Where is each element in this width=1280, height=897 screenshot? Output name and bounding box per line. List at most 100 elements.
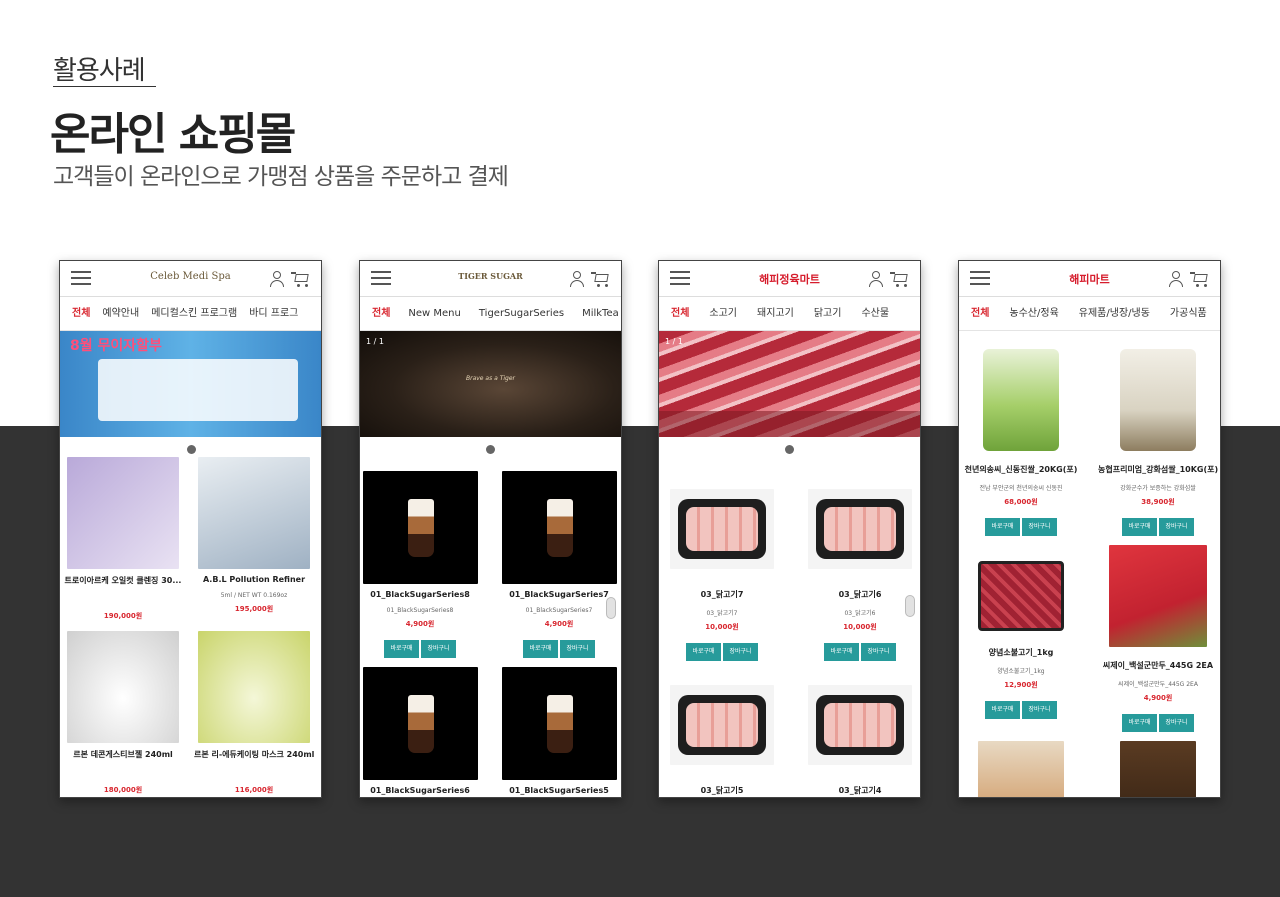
product-card[interactable] [1098,741,1218,797]
buy-now-button[interactable]: 바로구매 [985,518,1020,536]
product-image[interactable] [198,631,310,743]
product-image[interactable] [501,471,617,584]
carousel-dot[interactable] [785,445,794,454]
add-to-cart-button[interactable]: 장바구니 [1022,518,1057,536]
add-to-cart-button[interactable]: 장바구니 [861,643,896,661]
product-card[interactable]: 01_BlackSugarSeries5 [499,667,619,795]
product-image[interactable] [1109,545,1207,647]
add-to-cart-button[interactable]: 장바구니 [1159,714,1194,732]
product-image[interactable] [808,685,912,765]
product-image[interactable] [670,489,774,569]
product-name[interactable]: 르본 데콘게스티브젤 240ml [63,749,183,760]
add-to-cart-button[interactable]: 장바구니 [1159,518,1194,536]
cart-icon[interactable] [291,270,311,288]
product-card[interactable] [961,741,1081,797]
add-to-cart-button[interactable]: 장바구니 [1022,701,1057,719]
product-card[interactable]: A.B.L Pollution Refiner 5ml / NET WT 0.1… [194,457,314,614]
product-card[interactable]: 르본 리-에듀케이팅 마스크 240ml 116,000원 [194,631,314,795]
product-card[interactable]: 양념소불고기_1kg 양념소불고기_1kg 12,900원 바로구매 장바구니 [961,545,1081,719]
product-name[interactable]: 01_BlackSugarSeries5 [499,786,619,795]
buy-now-button[interactable]: 바로구매 [1122,518,1157,536]
promo-banner[interactable]: 1 / 1 Brave as a Tiger [360,331,621,437]
product-image[interactable] [1120,741,1196,797]
product-name[interactable]: 01_BlackSugarSeries7 [499,590,619,599]
product-name[interactable]: 양념소불고기_1kg [961,647,1081,658]
nav-tab[interactable]: 전체 [372,297,390,330]
product-card[interactable]: 01_BlackSugarSeries6 [360,667,480,795]
promo-banner[interactable]: 1 / 1 [659,331,920,437]
product-image[interactable] [362,471,478,584]
product-image[interactable] [808,489,912,569]
carousel-dot[interactable] [187,445,196,454]
product-card[interactable]: 03_닭고기4 [800,685,920,796]
user-icon[interactable] [569,270,585,287]
cart-icon[interactable] [1190,270,1210,288]
product-name[interactable]: 03_닭고기6 [800,589,920,600]
product-image[interactable] [198,457,310,569]
product-card[interactable]: 르본 데콘게스티브젤 240ml 180,000원 [63,631,183,795]
product-name[interactable]: A.B.L Pollution Refiner [194,575,314,584]
cart-icon[interactable] [890,270,910,288]
nav-tab[interactable]: 수산물 [861,297,889,330]
nav-tab[interactable]: 유제품/냉장/냉동 [1079,297,1150,330]
nav-tab[interactable]: TigerSugarSeries [479,297,564,330]
carousel-dot[interactable] [486,445,495,454]
nav-tab[interactable]: 전체 [971,297,989,330]
user-icon[interactable] [868,270,884,287]
buy-now-button[interactable]: 바로구매 [1122,714,1157,732]
product-name[interactable]: 르본 리-에듀케이팅 마스크 240ml [194,749,314,760]
nav-tab[interactable]: 전체 [72,297,90,330]
product-image[interactable] [67,457,179,569]
add-to-cart-button[interactable]: 장바구니 [421,640,456,658]
buy-now-button[interactable]: 바로구매 [523,640,558,658]
add-to-cart-button[interactable]: 장바구니 [560,640,595,658]
product-card[interactable]: 트로이아르케 오일컷 클렌징 30... 190,000원 [63,457,183,621]
product-name[interactable]: 03_닭고기7 [662,589,782,600]
product-card[interactable]: 01_BlackSugarSeries7 01_BlackSugarSeries… [499,471,619,658]
product-image[interactable] [978,561,1064,631]
nav-tab[interactable]: MilkTea [582,297,619,330]
promo-banner[interactable]: 8월 무이자할부 [60,331,321,437]
scroll-handle[interactable] [905,595,915,617]
product-image[interactable] [67,631,179,743]
product-card[interactable]: 03_닭고기7 03_닭고기7 10,000원 바로구매 장바구니 [662,489,782,661]
nav-tab[interactable]: 농수산/정육 [1009,297,1058,330]
product-name[interactable]: 트로이아르케 오일컷 클렌징 30... [63,575,183,586]
user-icon[interactable] [1168,270,1184,287]
product-name[interactable]: 씨제이_백설군만두_445G 2EA [1098,660,1218,671]
nav-tab[interactable]: 돼지고기 [757,297,794,330]
product-image[interactable] [501,667,617,780]
add-to-cart-button[interactable]: 장바구니 [723,643,758,661]
product-card[interactable]: 03_닭고기6 03_닭고기6 10,000원 바로구매 장바구니 [800,489,920,661]
buy-now-button[interactable]: 바로구매 [824,643,859,661]
nav-tab[interactable]: 소고기 [709,297,737,330]
product-card[interactable]: 농협프리미엄_강화섬쌀_10KG(포) 강화군수가 보증하는 강화섬쌀 38,9… [1098,349,1218,536]
nav-tab[interactable]: New Menu [408,297,460,330]
buy-now-button[interactable]: 바로구매 [985,701,1020,719]
buy-now-button[interactable]: 바로구매 [384,640,419,658]
scroll-handle[interactable] [606,597,616,619]
product-card[interactable]: 씨제이_백설군만두_445G 2EA 씨제이_백설군만두_445G 2EA 4,… [1098,545,1218,732]
user-icon[interactable] [269,270,285,287]
product-image[interactable] [1120,349,1196,451]
cart-icon[interactable] [591,270,611,288]
product-image[interactable] [362,667,478,780]
nav-tab[interactable]: 전체 [671,297,689,330]
product-name[interactable]: 03_닭고기4 [800,785,920,796]
product-image[interactable] [670,685,774,765]
product-name[interactable]: 01_BlackSugarSeries8 [360,590,480,599]
product-name[interactable]: 천년의송씨_신동진쌀_20KG(포) [961,464,1081,475]
buy-now-button[interactable]: 바로구매 [686,643,721,661]
product-card[interactable]: 천년의송씨_신동진쌀_20KG(포) 전남 부안군의 천년의송씨 신동진 68,… [961,349,1081,536]
product-image[interactable] [983,349,1059,451]
product-image[interactable] [978,741,1064,797]
product-name[interactable]: 01_BlackSugarSeries6 [360,786,480,795]
product-card[interactable]: 01_BlackSugarSeries8 01_BlackSugarSeries… [360,471,480,658]
nav-tab[interactable]: 바디 프로그 [249,297,298,330]
product-card[interactable]: 03_닭고기5 [662,685,782,796]
nav-tab[interactable]: 가공식품 [1170,297,1207,330]
nav-tab[interactable]: 메디컬스킨 프로그램 [151,297,237,330]
nav-tab[interactable]: 예약안내 [102,297,139,330]
product-name[interactable]: 농협프리미엄_강화섬쌀_10KG(포) [1098,464,1218,475]
product-name[interactable]: 03_닭고기5 [662,785,782,796]
